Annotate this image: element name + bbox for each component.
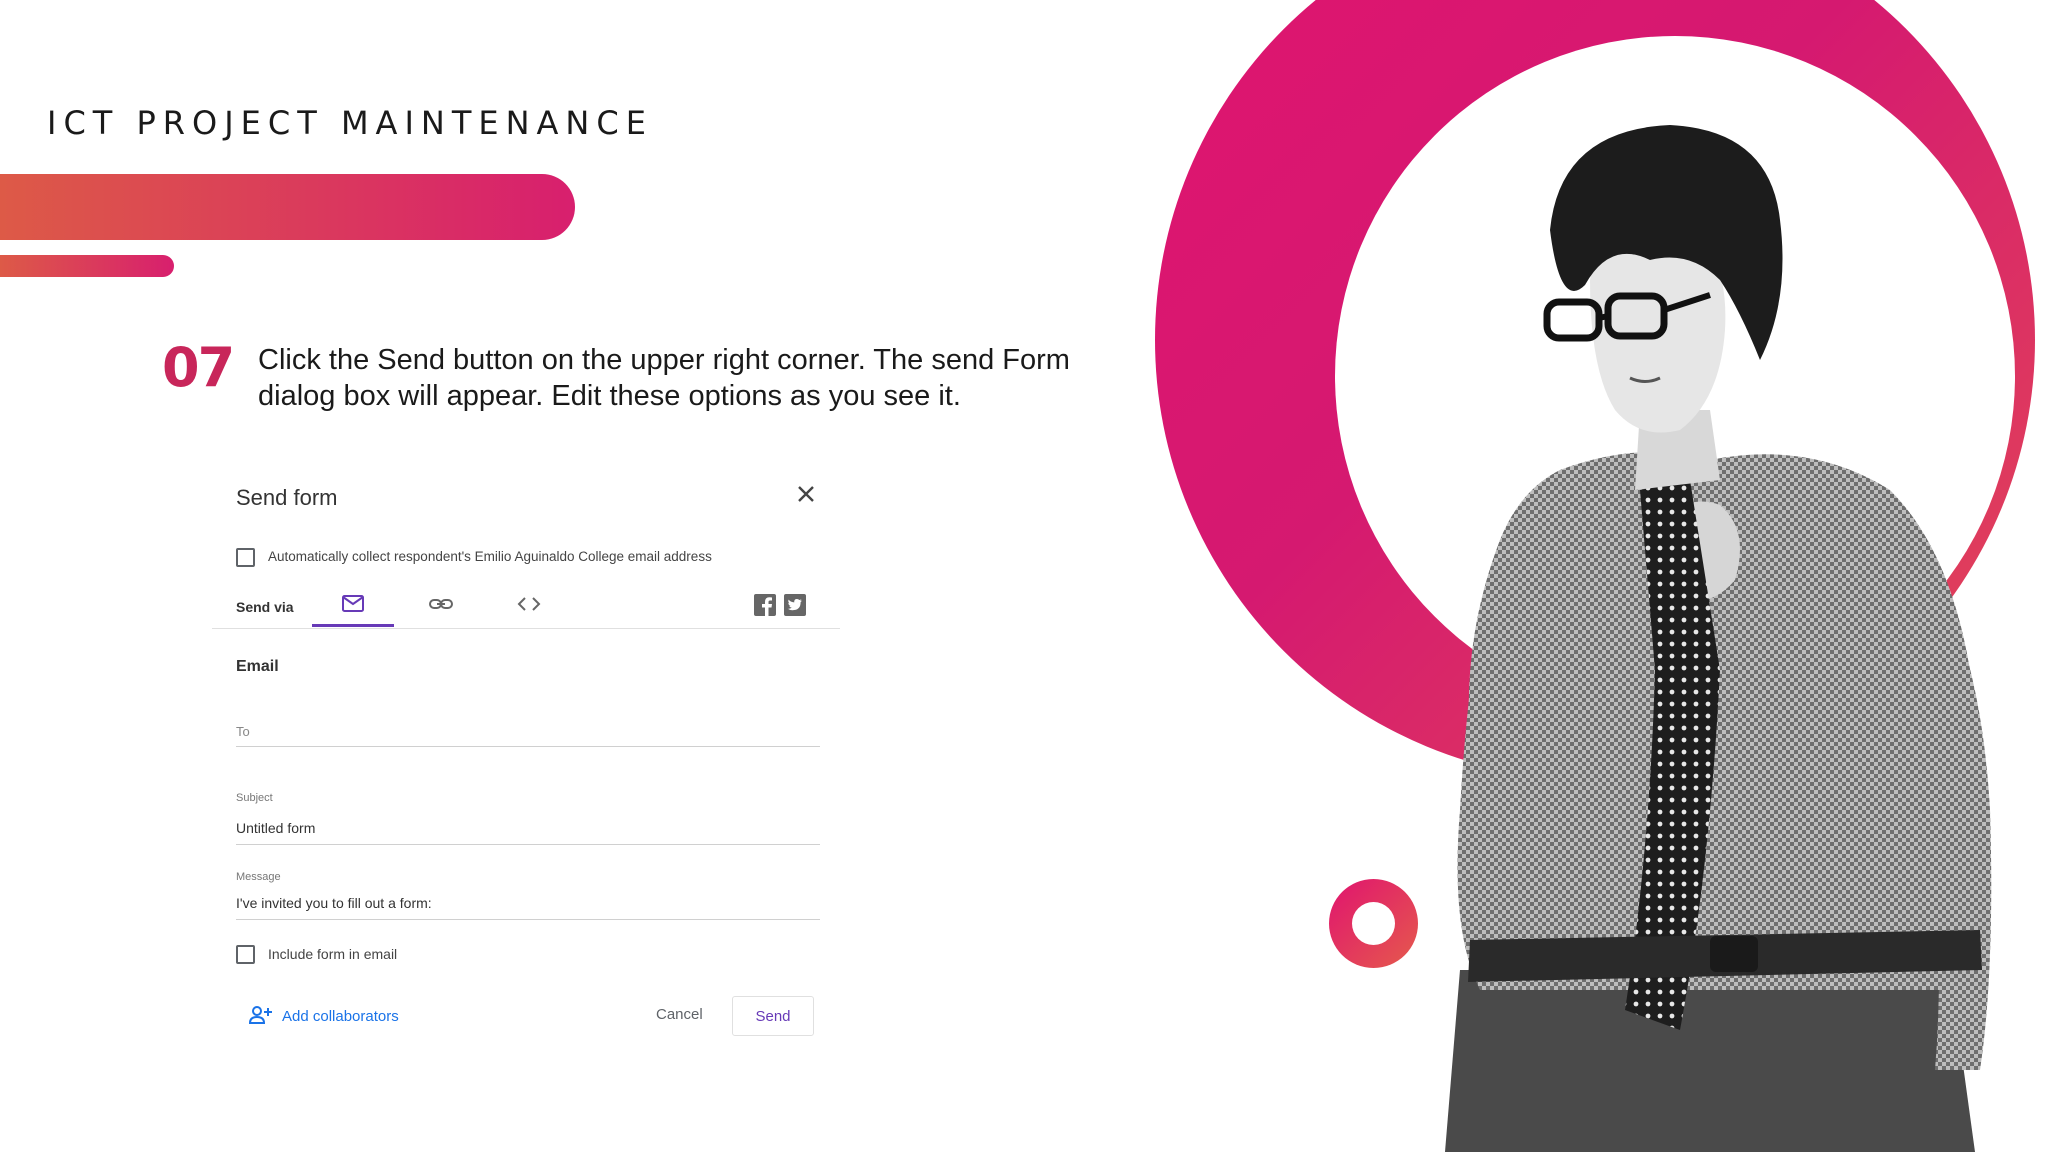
- add-person-icon[interactable]: [248, 1004, 274, 1026]
- link-icon[interactable]: [428, 594, 454, 614]
- person-photo: [1445, 125, 1992, 1152]
- send-form-dialog: Send form Automatically collect responde…: [212, 458, 840, 1046]
- subject-label: Subject: [236, 792, 273, 804]
- email-icon[interactable]: [340, 593, 366, 615]
- facebook-icon[interactable]: [754, 594, 776, 616]
- step-number: 07: [162, 336, 235, 399]
- slide-title: ICT PROJECT MAINTENANCE: [47, 104, 653, 142]
- to-field-underline: [236, 746, 820, 747]
- decorative-bar-large: [0, 174, 575, 240]
- tabs-divider: [212, 628, 840, 629]
- send-button[interactable]: Send: [732, 996, 814, 1036]
- collect-email-label: Automatically collect respondent's Emili…: [268, 549, 712, 564]
- send-via-label: Send via: [236, 599, 294, 615]
- include-form-label: Include form in email: [268, 946, 398, 962]
- message-label: Message: [236, 871, 281, 883]
- close-icon[interactable]: [792, 480, 820, 508]
- message-field-underline: [236, 919, 820, 920]
- add-collaborators-link[interactable]: Add collaborators: [282, 1008, 399, 1025]
- subject-field-underline: [236, 844, 820, 845]
- message-field[interactable]: I've invited you to fill out a form:: [236, 895, 432, 911]
- dialog-title: Send form: [236, 485, 338, 510]
- twitter-icon[interactable]: [784, 594, 806, 616]
- email-section-heading: Email: [236, 658, 279, 675]
- subject-field[interactable]: Untitled form: [236, 820, 315, 836]
- include-form-checkbox[interactable]: [236, 945, 255, 964]
- decorative-bar-small: [0, 255, 174, 277]
- collect-email-checkbox[interactable]: [236, 548, 255, 567]
- decorative-ring-small-center: [1352, 902, 1395, 945]
- cancel-button[interactable]: Cancel: [656, 1006, 703, 1023]
- to-field-placeholder[interactable]: To: [236, 724, 250, 739]
- step-instructions: Click the Send button on the upper right…: [258, 344, 1070, 412]
- embed-icon[interactable]: [516, 594, 542, 614]
- active-tab-indicator: [312, 624, 394, 627]
